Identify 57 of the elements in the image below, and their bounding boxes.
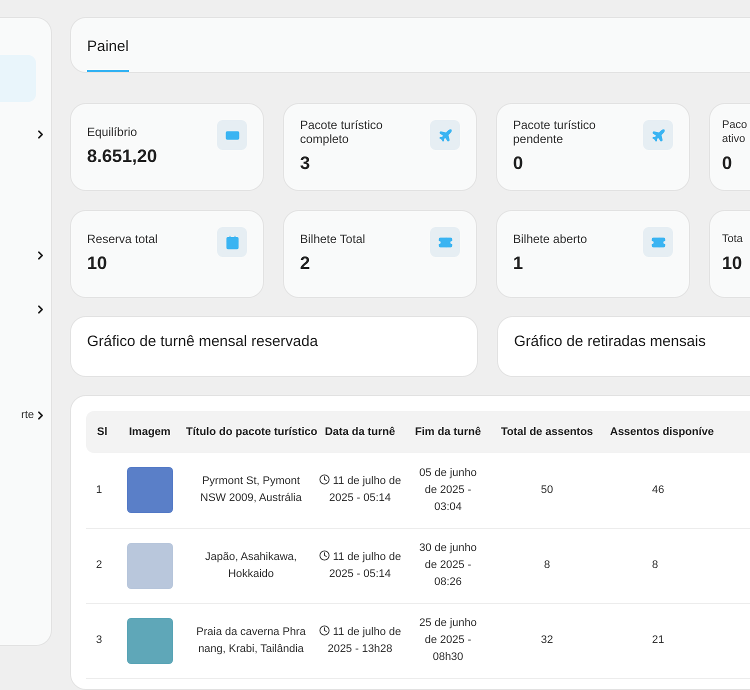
stat-value: 10 [722, 252, 743, 275]
table-cell: 21 [652, 634, 664, 646]
stat-label: Bilhete Total [300, 232, 366, 246]
ticket-icon [643, 227, 673, 258]
table-cell: 11 de julho de 2025 - 13h28 [318, 626, 402, 655]
table-cell: 05 de junho de 2025 - 03:04 [419, 466, 477, 513]
sidebar-label[interactable]: rte [21, 407, 34, 424]
column-header: Fim da turnê [414, 426, 481, 438]
ticket-icon [430, 227, 460, 258]
table-cell: 8 [652, 559, 658, 572]
stat-label: Pacote turístico pendente [513, 118, 597, 146]
stat-label: Reserva total [87, 232, 158, 246]
column-header: Data da turnê [324, 426, 396, 438]
column-header: Imagem [129, 426, 171, 438]
stat-label: Equilíbrio [87, 124, 138, 139]
table-cell: Praia da caverna Phra nang, Krabi, Tailândia [196, 626, 306, 655]
column-header: Assentos disponíve [610, 426, 714, 438]
column-header: Sl [97, 426, 108, 438]
table-cell: 3 [96, 634, 102, 646]
stat-label: Tota [722, 232, 743, 246]
chart-title: Gráfico de retiradas mensais [514, 333, 706, 350]
stat-value: 0 [722, 152, 734, 175]
table-cell: 25 de junho de 2025 - 08h30 [419, 617, 477, 664]
stat-value: 10 [87, 252, 108, 275]
table-cell: 1 [96, 484, 102, 496]
table-cell: Pyrmont St, Pymont NSW 2009, Austrália [200, 475, 302, 504]
table-cell: 30 de junho de 2025 - 08:26 [419, 542, 477, 588]
column-header: Título do pacote turístico [186, 426, 318, 438]
clock-icon [318, 474, 330, 486]
column-header: Total de assentos [500, 426, 594, 438]
table-cell: Japão, Asahikawa, Hokkaido [205, 550, 297, 580]
airplane-icon [643, 120, 673, 150]
clock-icon [318, 624, 330, 636]
stat-value: 1 [513, 252, 524, 275]
stat-value: 8.651,20 [87, 144, 158, 168]
airplane-icon [430, 120, 460, 150]
table-cell: 46 [652, 484, 664, 496]
clock-icon [318, 550, 330, 561]
stat-value: 0 [513, 152, 524, 175]
stat-value: 2 [300, 252, 312, 275]
table-cell: 50 [540, 484, 554, 496]
table-cell: 11 de julho de 2025 - 05:14 [318, 550, 402, 580]
table-cell: 8 [544, 559, 550, 572]
table-cell: 32 [540, 634, 554, 646]
calendar-icon [217, 227, 247, 258]
table-cell: 11 de julho de 2025 - 05:14 [318, 475, 402, 504]
chart-title: Gráfico de turnê mensal reservada [87, 333, 318, 350]
stat-label: Bilhete aberto [513, 232, 588, 246]
photo-placeholder [127, 618, 173, 664]
photo-placeholder [127, 467, 173, 514]
photo-placeholder [127, 542, 173, 589]
banknote-icon [217, 120, 247, 150]
dashboard-tab[interactable]: Painel [87, 36, 129, 72]
stat-label: Pacote turístico completo [300, 118, 384, 146]
table-cell: 2 [96, 559, 102, 572]
stat-value: 3 [300, 152, 312, 175]
stat-label: Paco ativo [722, 118, 748, 146]
